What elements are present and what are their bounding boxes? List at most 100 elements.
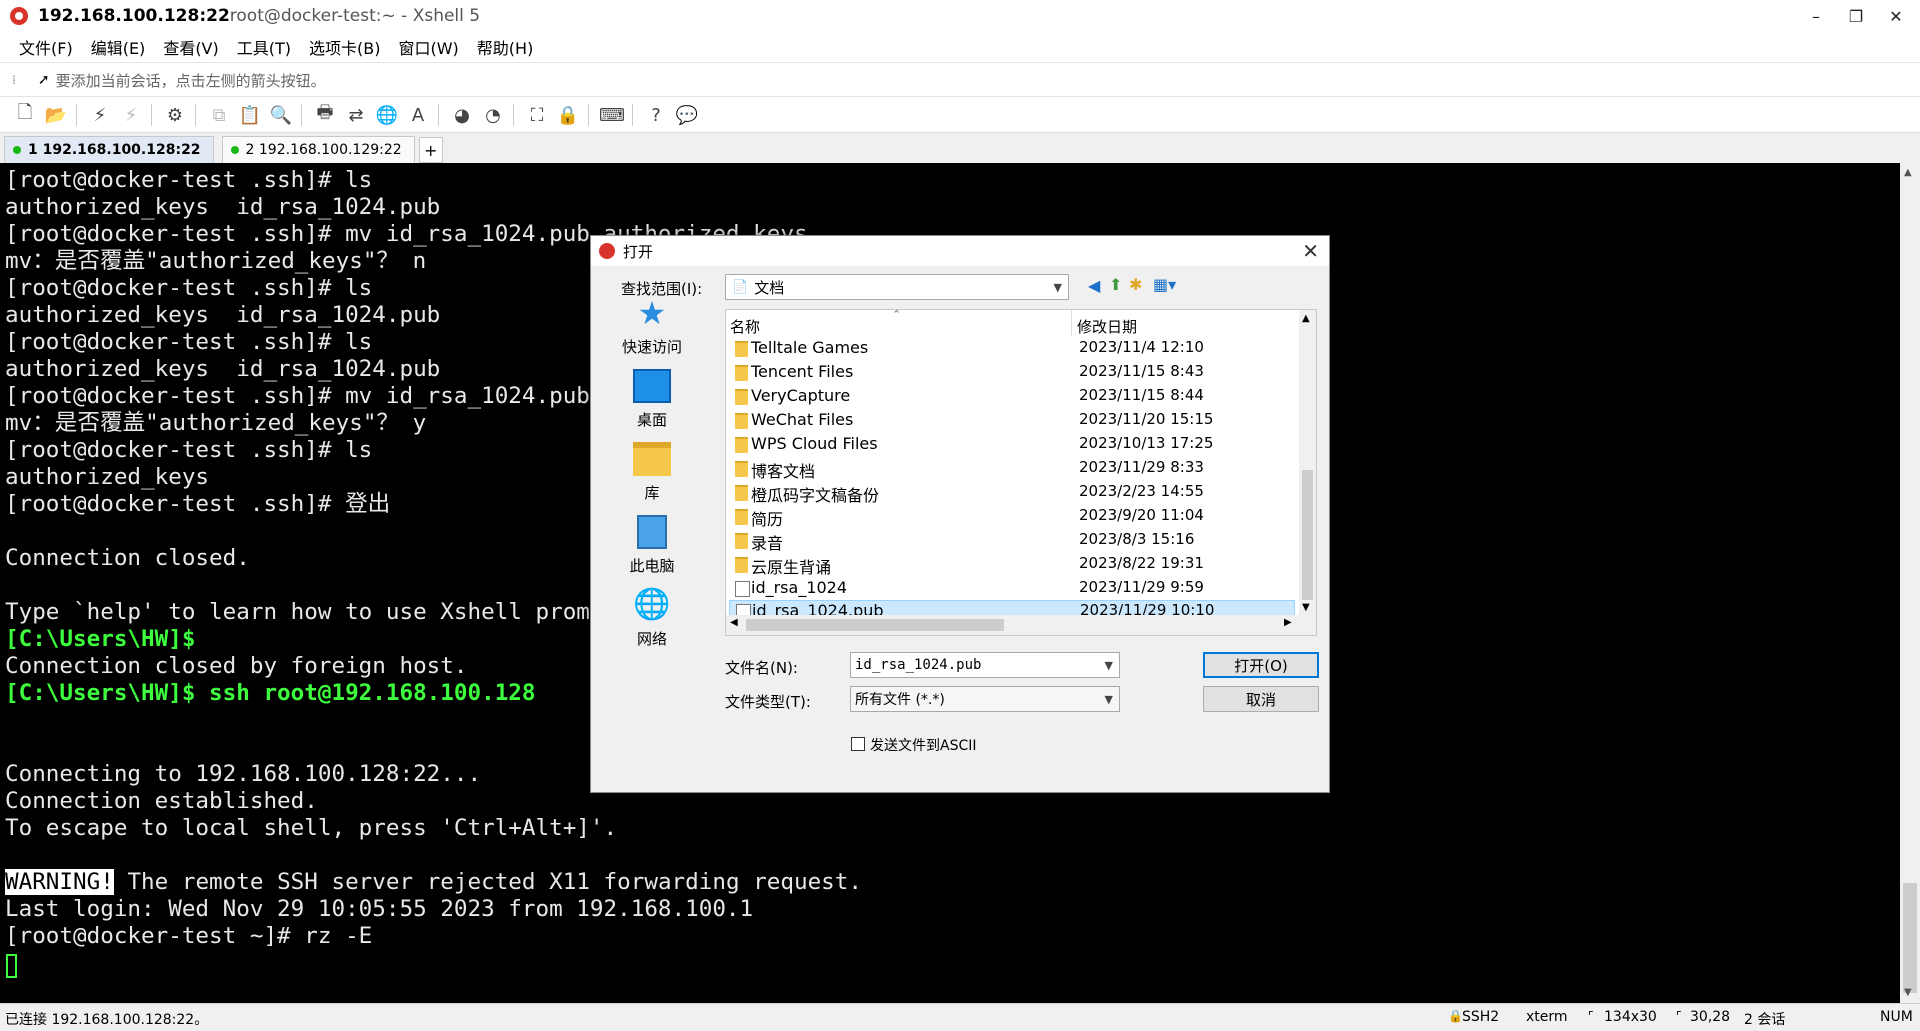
scroll-thumb[interactable]: [746, 619, 1004, 631]
menu-edit[interactable]: 编辑(E): [82, 35, 155, 59]
file-row[interactable]: Telltale Games 2023/11/4 12:10: [729, 336, 1295, 360]
term-line: Connection closed.: [5, 545, 250, 571]
add-session-arrow-icon[interactable]: ➚: [38, 72, 50, 88]
menu-tabs[interactable]: 选项卡(B): [300, 35, 389, 59]
file-list-hscroll[interactable]: ◀ ▶: [726, 615, 1316, 635]
file-row[interactable]: 录音 2023/8/3 15:16: [729, 528, 1295, 553]
font-icon[interactable]: A: [404, 101, 432, 129]
file-row[interactable]: 云原生背诵 2023/8/22 19:31: [729, 552, 1295, 577]
file-list-vscroll[interactable]: ▲ ▼: [1299, 310, 1316, 615]
file-row[interactable]: id_rsa_1024 2023/11/29 9:59: [729, 576, 1295, 600]
file-row[interactable]: 橙瓜码字文稿备份 2023/2/23 14:55: [729, 480, 1295, 505]
column-name[interactable]: 名称: [730, 316, 760, 337]
file-row[interactable]: WeChat Files 2023/11/20 15:15: [729, 408, 1295, 432]
term-warning-line: WARNING! The remote SSH server rejected …: [5, 869, 862, 896]
new-folder-icon[interactable]: ✱: [1129, 275, 1142, 294]
computer-icon: [637, 515, 667, 549]
file-row[interactable]: 简历 2023/9/20 11:04: [729, 504, 1295, 529]
scroll-right-icon[interactable]: ▶: [1284, 617, 1292, 628]
keyboard-icon[interactable]: ⌨: [598, 101, 626, 129]
place-this-pc[interactable]: 此电脑: [607, 515, 697, 576]
file-name: 简历: [751, 510, 784, 529]
term-line: mv：是否覆盖"authorized_keys"？ y: [5, 410, 427, 436]
place-quick-access[interactable]: ★ 快速访问: [607, 296, 697, 357]
view-menu-icon[interactable]: ▦▾: [1153, 275, 1176, 294]
place-desktop[interactable]: 桌面: [607, 369, 697, 430]
help-icon[interactable]: ?: [642, 101, 670, 129]
filename-input[interactable]: id_rsa_1024.pub ▼: [850, 652, 1120, 678]
menu-tools[interactable]: 工具(T): [228, 35, 300, 59]
scroll-left-icon[interactable]: ◀: [730, 617, 738, 628]
file-list[interactable]: 名称 ⌃ 修改日期 Telltale Games 2023/11/4 12:10 …: [725, 308, 1317, 636]
find-icon[interactable]: 🔍: [267, 101, 295, 129]
toolbar: 🗋 📂 ⚡ ⚡ ⚙ ⧉ 📋 🔍 🖶 ⇄ 🌐 A ◕ ◔ ⛶ 🔒 ⌨ ? 💬: [0, 96, 1920, 133]
place-network[interactable]: 🌐 网络: [607, 588, 697, 649]
term-line: Last login: Wed Nov 29 10:05:55 2023 fro…: [5, 896, 754, 922]
scroll-thumb[interactable]: [1302, 470, 1313, 600]
folder-icon: [735, 365, 748, 381]
dialog-close-icon[interactable]: ✕: [1302, 239, 1319, 263]
up-folder-icon[interactable]: ⬆: [1109, 275, 1122, 294]
terminal-type: xterm: [1526, 1009, 1568, 1025]
transfer-icon[interactable]: ⇄: [342, 101, 370, 129]
dialog-title: 打开: [623, 242, 654, 261]
file-list-header: 名称 ⌃ 修改日期: [726, 308, 1296, 337]
chat-icon[interactable]: 💬: [673, 101, 701, 129]
tab-session-2[interactable]: 2 192.168.100.129:22: [221, 136, 415, 163]
terminal-cursor: [6, 954, 17, 978]
scroll-down-icon[interactable]: ▼: [1302, 602, 1310, 613]
term-line: [root@docker-test .ssh]# ls: [5, 275, 373, 301]
minimize-button[interactable]: –: [1796, 0, 1836, 32]
properties-icon[interactable]: ⚙: [161, 101, 189, 129]
add-tab-button[interactable]: +: [418, 137, 443, 163]
column-date[interactable]: 修改日期: [1077, 316, 1137, 337]
terminal-scrollbar[interactable]: ▲ ▼: [1900, 163, 1920, 1003]
tab-session-1[interactable]: 1 192.168.100.128:22: [4, 136, 214, 163]
close-window-button[interactable]: ✕: [1876, 0, 1916, 32]
file-date: 2023/2/23 14:55: [1079, 482, 1204, 500]
menu-view[interactable]: 查看(V): [154, 35, 227, 59]
term-line: Connection closed by foreign host.: [5, 653, 468, 679]
sort-asc-icon: ⌃: [892, 308, 902, 321]
fullscreen-icon[interactable]: ⛶: [523, 101, 551, 129]
connect-icon[interactable]: ⚡: [86, 101, 114, 129]
file-row[interactable]: VeryCapture 2023/11/15 8:44: [729, 384, 1295, 408]
scroll-up-icon[interactable]: ▲: [1302, 313, 1310, 324]
scroll-thumb[interactable]: [1903, 883, 1917, 993]
term-line: authorized_keys id_rsa_1024.pub: [5, 194, 441, 220]
menu-window[interactable]: 窗口(W): [389, 35, 467, 59]
scroll-up-icon[interactable]: ▲: [1904, 167, 1912, 178]
lock-icon[interactable]: 🔒: [554, 101, 582, 129]
filetype-select[interactable]: 所有文件 (*.*) ▼: [850, 686, 1120, 712]
open-button[interactable]: 打开(O): [1203, 652, 1319, 678]
file-row[interactable]: 博客文档 2023/11/29 8:33: [729, 456, 1295, 481]
open-file-dialog: 打开 ✕ 查找范围(I): 📄 文档 ▼ ◀ ⬆ ✱ ▦▾ ★ 快速访问 桌面 …: [590, 235, 1330, 793]
print-icon[interactable]: 🖶: [311, 101, 339, 129]
globe-icon[interactable]: 🌐: [373, 101, 401, 129]
folder-icon: [735, 341, 748, 357]
cancel-button[interactable]: 取消: [1203, 686, 1319, 712]
file-row[interactable]: Tencent Files 2023/11/15 8:43: [729, 360, 1295, 384]
back-icon[interactable]: ◀: [1088, 276, 1100, 295]
copy-icon[interactable]: ⧉: [205, 101, 233, 129]
restore-button[interactable]: ❐: [1836, 0, 1876, 32]
file-row[interactable]: WPS Cloud Files 2023/10/13 17:25: [729, 432, 1295, 456]
session-count: 2 会话: [1744, 1012, 1786, 1028]
disconnect-icon[interactable]: ⚡: [117, 101, 145, 129]
menu-help[interactable]: 帮助(H): [468, 35, 543, 59]
folder-icon: [735, 389, 748, 405]
open-folder-icon[interactable]: 📂: [42, 101, 70, 129]
menu-file[interactable]: 文件(F): [10, 35, 82, 59]
new-session-icon[interactable]: 🗋: [11, 101, 39, 129]
term-line: Connection established.: [5, 788, 318, 814]
place-library[interactable]: 库: [607, 442, 697, 503]
paste-icon[interactable]: 📋: [236, 101, 264, 129]
ascii-checkbox[interactable]: [851, 737, 865, 751]
lookin-combo[interactable]: 📄 文档 ▼: [725, 274, 1069, 300]
folder-icon: [735, 533, 748, 549]
ascii-checkbox-label: 发送文件到ASCII: [870, 738, 977, 754]
scroll-down-icon[interactable]: ▼: [1904, 987, 1912, 998]
term-line: authorized_keys id_rsa_1024.pub: [5, 302, 441, 328]
xmanager-icon[interactable]: ◔: [479, 101, 507, 129]
xftp-icon[interactable]: ◕: [448, 101, 476, 129]
